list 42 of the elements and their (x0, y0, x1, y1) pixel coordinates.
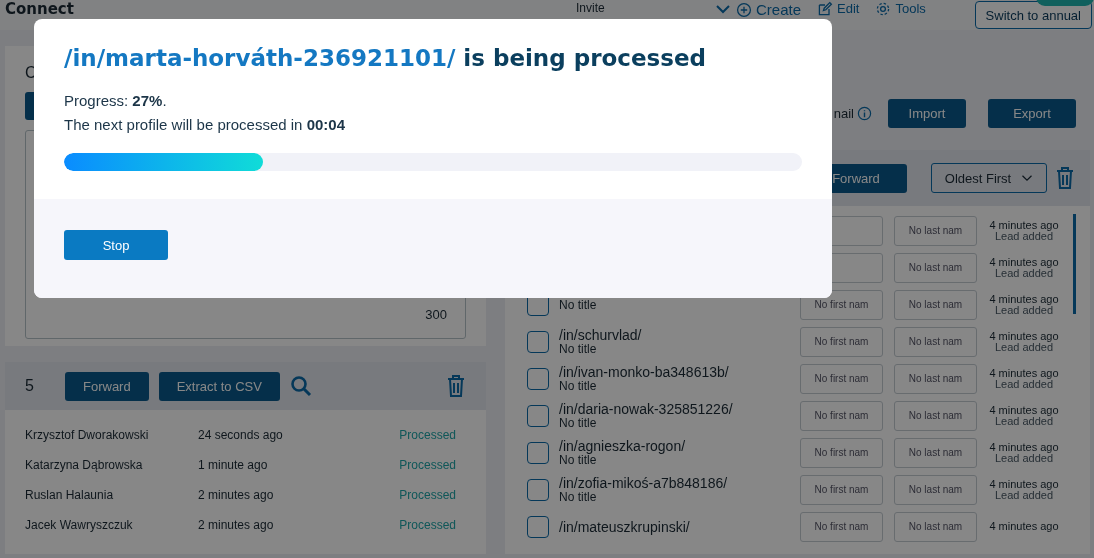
timestamp: 2 minutes ago (198, 518, 275, 532)
timestamp: 24 seconds ago (198, 428, 284, 442)
timestamp: 2 minutes ago (198, 488, 275, 502)
event-label: Lead added (994, 489, 1054, 501)
timestamp: 4 minutes ago (989, 521, 1059, 532)
job-title: No title (559, 341, 598, 356)
event-label: Lead added (994, 267, 1054, 279)
event-label: Lead added (994, 230, 1054, 242)
contact-name: Jacek Wawryszczuk (25, 518, 134, 532)
timestamp: 1 minute ago (198, 458, 269, 472)
event-label: Lead added (994, 452, 1054, 464)
event-label: Lead added (994, 378, 1054, 390)
timestamp: 4 minutes ago (989, 293, 1059, 305)
app-title: Connect (5, 1, 75, 18)
countdown-text: The next profile will be processed in 00:04 (64, 115, 346, 135)
timestamp: 4 minutes ago (989, 441, 1059, 453)
job-title: No title (559, 415, 598, 430)
job-title: No title (559, 297, 598, 312)
status-label: Processed (399, 488, 456, 502)
contact-name: Ruslan Halaunia (25, 488, 115, 502)
dialog-title: /in/marta-horváth-236921101/ is being processed (64, 45, 707, 71)
job-title: No title (559, 452, 597, 467)
event-label: Lead added (994, 304, 1054, 316)
status-label: Processed (399, 458, 456, 472)
status-label: Processed (399, 518, 456, 532)
event-label: Lead added (994, 341, 1054, 353)
job-title: No title (559, 378, 598, 393)
job-title: No title (559, 489, 598, 504)
timestamp: 4 minutes ago (989, 330, 1059, 342)
timestamp: 4 minutes ago (989, 404, 1059, 416)
selection-count: 5 (25, 377, 35, 395)
character-counter: 300 (425, 307, 447, 322)
contact-name: Katarzyna Dąbrowska (25, 458, 144, 472)
progress-text: Progress: 27%. (64, 91, 168, 111)
timestamp: 4 minutes ago (989, 256, 1059, 268)
status-label: Processed (399, 428, 456, 442)
event-label: Lead added (994, 415, 1054, 427)
field-label: nail (833, 105, 854, 121)
timestamp: 4 minutes ago (989, 478, 1059, 490)
contact-name: Krzysztof Dworakowski (25, 428, 150, 442)
timestamp: 4 minutes ago (989, 219, 1059, 231)
timestamp: 4 minutes ago (989, 367, 1059, 379)
